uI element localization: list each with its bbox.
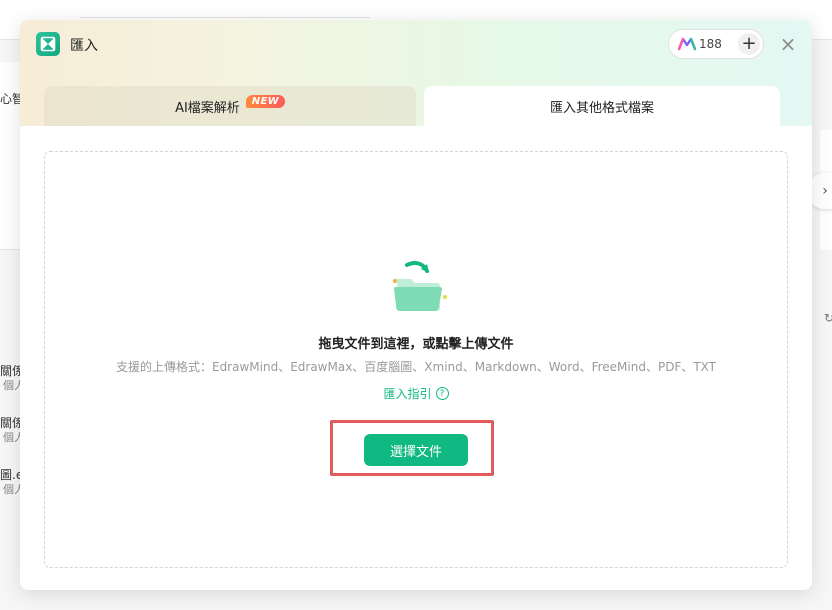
help-icon[interactable]: ? [435, 387, 449, 400]
tab-ai-file-analysis[interactable]: AI檔案解析 NEW [44, 86, 416, 126]
file-drop-zone[interactable]: 拖曳文件到這裡，或點擊上傳文件 支援的上傳格式：EdrawMind、EdrawM… [44, 151, 788, 568]
close-button[interactable]: × [778, 32, 798, 56]
mindmaster-logo-icon [36, 32, 60, 56]
import-dialog: 匯入 188 + × AI檔案解析 NEW 匯入其他格式檔案 拖曳文件到這裡，或… [20, 20, 812, 590]
credit-balance[interactable]: 188 + [668, 29, 764, 59]
import-guide-label[interactable]: 匯入指引 [383, 385, 431, 402]
import-guide-link[interactable]: 匯入指引 ? [45, 385, 787, 402]
credit-count: 188 [699, 37, 722, 51]
folder-upload-icon [392, 261, 447, 312]
supported-formats-text: 支援的上傳格式：EdrawMind、EdrawMax、百度腦圖、Xmind、Ma… [115, 360, 717, 374]
tab-label: 匯入其他格式檔案 [549, 100, 654, 116]
m-credit-icon [678, 37, 696, 51]
choose-file-button[interactable]: 選擇文件 [364, 434, 468, 466]
tab-import-other-formats[interactable]: 匯入其他格式檔案 [424, 86, 780, 126]
dialog-header: 匯入 188 + × AI檔案解析 NEW 匯入其他格式檔案 [20, 20, 812, 126]
tab-label: AI檔案解析 [175, 100, 240, 116]
add-credits-button[interactable]: + [738, 33, 760, 55]
plus-icon: + [741, 33, 757, 54]
refresh-icon: ↻ [824, 311, 832, 325]
new-badge: NEW [245, 94, 285, 108]
drop-zone-title: 拖曳文件到這裡，或點擊上傳文件 [318, 337, 514, 352]
dialog-title: 匯入 [70, 38, 98, 54]
chevron-right-icon: › [822, 183, 828, 199]
background-search-bar [80, 17, 370, 18]
close-icon: × [779, 32, 797, 56]
